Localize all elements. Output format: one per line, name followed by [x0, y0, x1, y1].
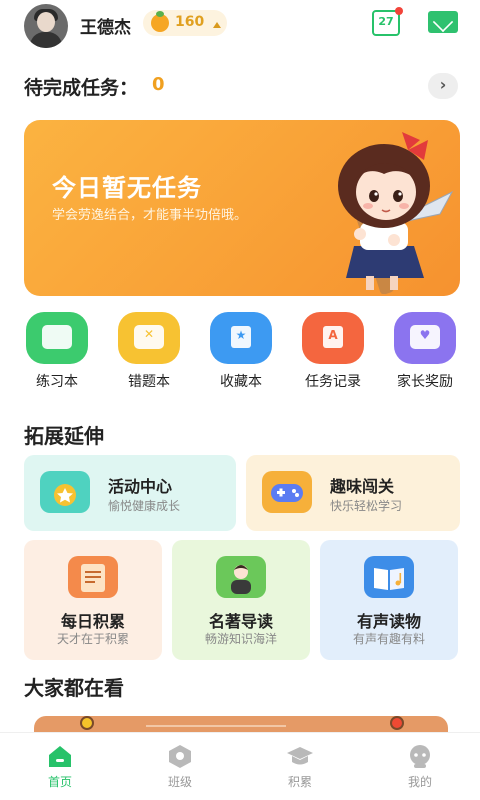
action-label: 错题本: [128, 374, 170, 390]
music-book-icon: [364, 556, 414, 598]
coin-count: 160: [175, 14, 205, 30]
coin-icon: [151, 11, 169, 32]
card-audio-books[interactable]: 有声读物 有声有趣有料: [320, 540, 458, 660]
banner-title: 今日暂无任务: [52, 174, 202, 202]
teacher-icon: [216, 556, 266, 598]
tab-mine[interactable]: 我的: [360, 733, 480, 800]
tab-label: 首页: [47, 775, 72, 789]
action-parent-reward[interactable]: ♥ 家长奖励: [380, 312, 470, 392]
profile-icon: [410, 745, 430, 768]
card-title: 活动中心: [108, 477, 173, 496]
action-practice-book[interactable]: 练习本: [12, 312, 102, 392]
tab-label: 积累: [287, 775, 312, 789]
tab-label: 我的: [407, 775, 432, 789]
card-title: 每日积累: [60, 612, 125, 631]
notepad-icon: [68, 556, 118, 598]
calendar-icon[interactable]: 27: [372, 7, 403, 36]
pending-tasks-count: 0: [152, 74, 165, 95]
avatar[interactable]: [24, 4, 68, 48]
no-task-banner: 今日暂无任务 学会劳逸结合，才能事半功倍哦。: [24, 120, 460, 296]
card-subtitle: 畅游知识海洋: [204, 632, 277, 646]
chevron-right-icon[interactable]: ›: [428, 73, 458, 99]
error-book-icon: ✕: [118, 312, 180, 364]
action-favorites[interactable]: ★ 收藏本: [196, 312, 286, 392]
action-label: 收藏本: [220, 374, 262, 390]
tab-home[interactable]: 首页: [0, 733, 120, 800]
banner-subtitle: 学会劳逸结合，才能事半功倍哦。: [52, 208, 248, 223]
action-mistake-book[interactable]: ✕ 错题本: [104, 312, 194, 392]
pending-tasks-label: 待完成任务：: [24, 77, 139, 99]
top-bar: 王德杰 160 27: [0, 0, 480, 48]
girl-illustration: [338, 132, 454, 294]
task-record-icon: A: [302, 312, 364, 364]
notebook-icon: [26, 312, 88, 364]
card-fun-challenge[interactable]: 趣味闯关 快乐轻松学习: [246, 455, 460, 531]
action-task-record[interactable]: A 任务记录: [288, 312, 378, 392]
tab-class[interactable]: 班级: [120, 733, 240, 800]
username[interactable]: 王德杰: [80, 13, 131, 38]
home-icon: [49, 746, 71, 767]
section-title-extend: 拓展延伸: [24, 424, 104, 448]
class-icon: [169, 745, 191, 768]
card-title: 有声读物: [356, 612, 421, 631]
mail-icon[interactable]: [428, 11, 458, 33]
star-book-icon: ★: [210, 312, 272, 364]
calendar-date: 27: [378, 15, 394, 28]
gamepad-icon: [262, 471, 312, 513]
card-title: 趣味闯关: [330, 477, 395, 496]
card-title: 名著导读: [208, 612, 273, 631]
card-subtitle: 快乐轻松学习: [330, 499, 403, 513]
action-label: 家长奖励: [397, 374, 453, 390]
caret-icon: [213, 22, 221, 28]
medal-icon: [40, 471, 90, 513]
card-subtitle: 有声有趣有料: [352, 632, 425, 646]
action-label: 任务记录: [305, 374, 361, 390]
card-daily-accumulation[interactable]: 每日积累 天才在于积累: [24, 540, 162, 660]
card-activity-center[interactable]: 活动中心 愉悦健康成长: [24, 455, 236, 531]
card-subtitle: 天才在于积累: [56, 632, 129, 646]
card-classics-guide[interactable]: 名著导读 畅游知识海洋: [172, 540, 310, 660]
quick-actions: 练习本 ✕ 错题本 ★ 收藏本 A 任务记录 ♥ 家长奖励: [0, 312, 480, 392]
notification-dot: [395, 7, 403, 15]
tab-accumulate[interactable]: 积累: [240, 733, 360, 800]
tab-label: 班级: [167, 775, 192, 789]
action-label: 练习本: [36, 374, 78, 390]
bottom-tab-bar: 首页 班级 积累 我的: [0, 732, 480, 800]
coin-balance[interactable]: 160: [143, 10, 227, 36]
card-subtitle: 愉悦健康成长: [108, 499, 181, 513]
section-title-popular: 大家都在看: [24, 676, 124, 700]
graduation-cap-icon: [287, 747, 313, 765]
gift-icon: ♥: [394, 312, 456, 364]
